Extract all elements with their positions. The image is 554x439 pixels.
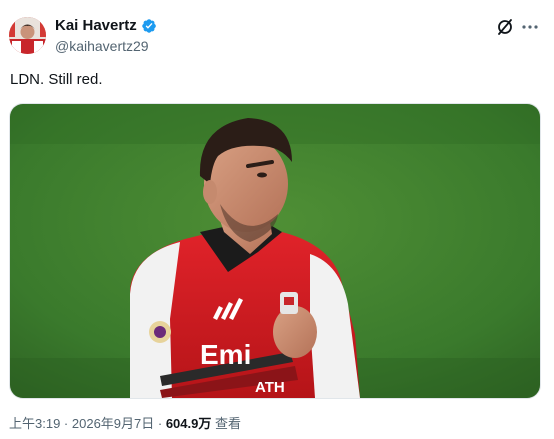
meta-separator: · (60, 416, 72, 431)
views-label: 查看 (211, 416, 241, 431)
tweet-date[interactable]: 2026年9月7日 (72, 416, 154, 431)
media-image: Emi ATH (10, 104, 540, 398)
author-name-row: Kai Havertz (55, 16, 157, 36)
avatar[interactable] (9, 17, 46, 54)
avatar-image (9, 17, 46, 54)
author-display-name[interactable]: Kai Havertz (55, 16, 137, 36)
tweet-header: Kai Havertz @kaihavertz29 (0, 0, 554, 70)
meta-separator: · (154, 416, 166, 431)
tweet-media[interactable]: Emi ATH (9, 103, 541, 399)
kit-sleeve-text: ATH (255, 379, 285, 396)
more-icon[interactable] (520, 17, 540, 37)
verified-badge-icon (141, 19, 156, 33)
tweet-time[interactable]: 上午3:19 (9, 416, 60, 431)
kit-sponsor-text: Emi (200, 339, 251, 370)
tweet-meta: 上午3:19 · 2026年9月7日 · 604.9万 查看 (9, 416, 241, 432)
grok-icon[interactable] (495, 17, 515, 37)
view-count[interactable]: 604.9万 (166, 416, 212, 431)
author-handle[interactable]: @kaihavertz29 (55, 37, 149, 55)
tweet-text: LDN. Still red. (10, 71, 103, 88)
